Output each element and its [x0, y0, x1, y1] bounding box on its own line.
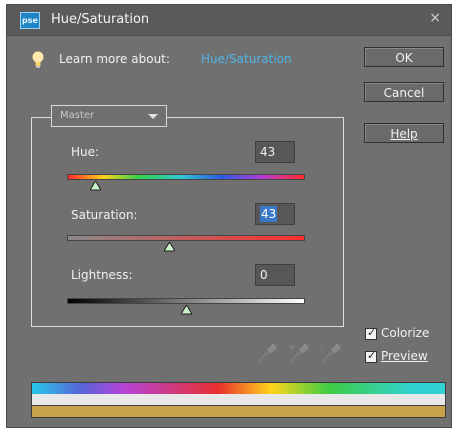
colorize-label[interactable]: Colorize: [381, 326, 429, 340]
hue-input[interactable]: 43: [255, 141, 295, 163]
eyedropper-plus-icon[interactable]: +: [287, 341, 311, 365]
preview-label[interactable]: Preview: [381, 349, 428, 363]
neutral-preview-bar: [31, 394, 446, 405]
svg-text:-: -: [320, 342, 324, 353]
dropdown-selected: Master: [60, 110, 95, 121]
colorized-result-bar: [31, 405, 446, 418]
preview-checkbox[interactable]: ✓: [365, 349, 377, 363]
cancel-button[interactable]: Cancel: [364, 82, 444, 102]
title-bar[interactable]: pse Hue/Saturation ×: [7, 5, 451, 36]
saturation-label: Saturation:: [71, 208, 138, 222]
lightness-label: Lightness:: [71, 268, 133, 282]
hue-slider-track[interactable]: [67, 174, 305, 180]
eyedropper-minus-icon[interactable]: -: [319, 341, 343, 365]
saturation-slider-track[interactable]: [67, 235, 305, 241]
chevron-down-icon: [148, 114, 158, 119]
ok-button[interactable]: OK: [364, 47, 444, 67]
lightness-slider-thumb[interactable]: [180, 305, 192, 315]
hue-slider-thumb[interactable]: [90, 181, 102, 191]
eyedropper-icon[interactable]: [255, 341, 279, 365]
colorize-checkbox[interactable]: ✓: [365, 326, 377, 340]
hue-value: 43: [260, 145, 276, 159]
dialog-title: Hue/Saturation: [51, 12, 150, 27]
lightness-value: 0: [260, 268, 268, 282]
learn-more-link[interactable]: Hue/Saturation: [201, 52, 292, 66]
checkmark-icon: ✓: [367, 326, 377, 339]
close-icon[interactable]: ×: [429, 10, 441, 26]
edit-channel-dropdown[interactable]: Master: [51, 105, 167, 127]
saturation-value: 43: [260, 206, 278, 222]
hue-label: Hue:: [71, 145, 100, 159]
app-icon: pse: [20, 12, 40, 29]
saturation-input[interactable]: 43: [255, 203, 295, 225]
svg-text:+: +: [288, 343, 296, 353]
hue-saturation-dialog: pse Hue/Saturation × Learn more about: H…: [6, 4, 452, 428]
lightness-input[interactable]: 0: [255, 264, 295, 286]
bulb-icon: [32, 51, 44, 68]
lightness-slider-track[interactable]: [67, 298, 305, 304]
saturation-slider-thumb[interactable]: [163, 242, 175, 252]
learn-more-label: Learn more about:: [59, 52, 170, 66]
help-button[interactable]: Help: [364, 123, 444, 143]
checkmark-icon: ✓: [367, 349, 377, 362]
